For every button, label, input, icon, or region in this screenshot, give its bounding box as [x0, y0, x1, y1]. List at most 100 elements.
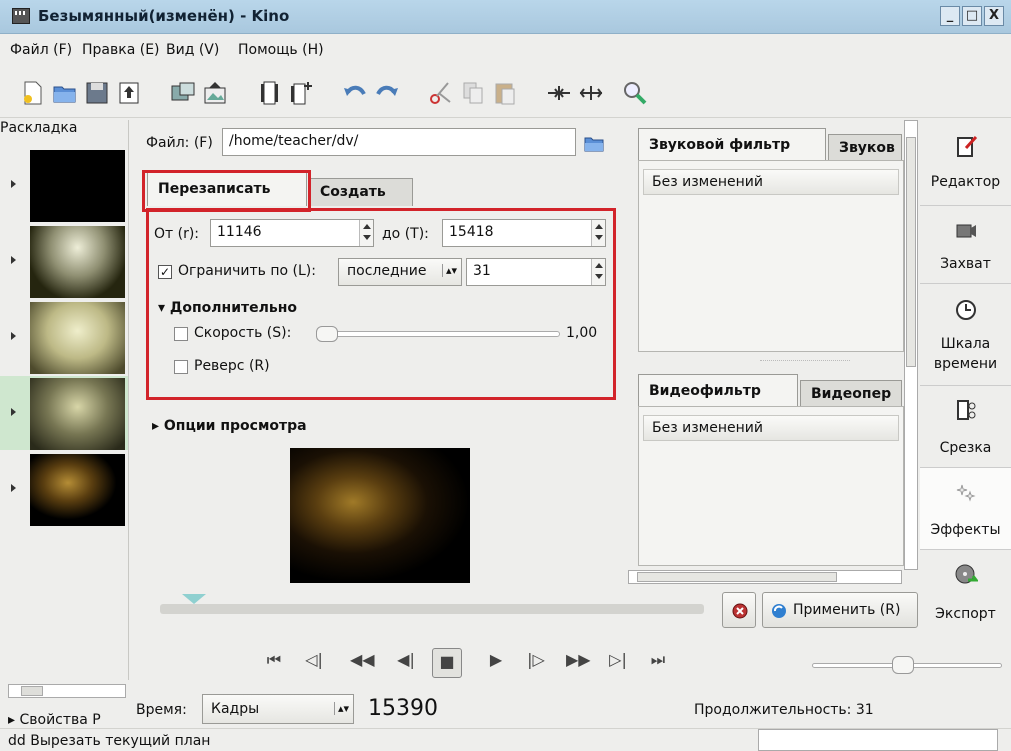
list-item[interactable]	[0, 148, 128, 222]
export-icon[interactable]	[116, 80, 142, 106]
minimize-button[interactable]: _	[940, 6, 960, 26]
film-insert-icon[interactable]	[256, 80, 282, 106]
from-label: От (r):	[154, 226, 200, 242]
browse-folder-icon[interactable]	[584, 134, 604, 152]
menu-view[interactable]: Вид (V)	[166, 42, 219, 58]
limit-checkbox[interactable]: ✓	[158, 265, 172, 279]
expand-arrow-icon[interactable]	[11, 180, 16, 188]
last-scene-button[interactable]: ⏭	[646, 650, 670, 676]
reverse-checkbox[interactable]	[174, 360, 188, 374]
right-vertical-scrollbar[interactable]	[904, 120, 918, 570]
preview-options-label: Опции просмотра	[163, 418, 307, 434]
from-value: 11146	[217, 224, 262, 240]
scrubber-marker-icon[interactable]	[182, 594, 206, 604]
shuttle-slider-handle[interactable]	[892, 656, 914, 674]
paste-icon[interactable]	[492, 80, 518, 106]
storyboard-list[interactable]	[0, 146, 128, 682]
new-document-icon[interactable]	[20, 80, 46, 106]
tab-video-transition[interactable]: Видеопер	[800, 380, 902, 408]
split-icon[interactable]	[578, 80, 604, 106]
sidebar-item-editor[interactable]: Редактор	[920, 120, 1011, 206]
audio-filter-select[interactable]: Без изменений	[643, 169, 899, 195]
apply-button[interactable]: Применить (R)	[762, 592, 918, 628]
scrollbar-thumb[interactable]	[906, 137, 916, 367]
spin-arrows-icon[interactable]	[359, 220, 373, 246]
open-folder-icon[interactable]	[52, 80, 78, 106]
first-scene-button[interactable]: ⏮	[262, 650, 286, 676]
timeline-scrubber[interactable]	[160, 604, 704, 614]
reset-button[interactable]	[722, 592, 756, 628]
sidebar-item-export[interactable]: Экспорт	[920, 550, 1011, 640]
speed-checkbox[interactable]	[174, 327, 188, 341]
capture-icon[interactable]	[170, 80, 196, 106]
zoom-icon[interactable]	[622, 80, 648, 106]
speed-slider-track[interactable]	[316, 331, 560, 337]
to-label: до (T):	[382, 226, 429, 242]
properties-expander[interactable]: ▸ Свойства P	[8, 712, 101, 728]
pane-handle[interactable]	[760, 360, 850, 362]
right-horizontal-scrollbar[interactable]	[628, 570, 902, 584]
sidebar-item-trim[interactable]: Срезка	[920, 386, 1011, 468]
limit-label: Ограничить по (L):	[178, 263, 316, 279]
previous-frame-button[interactable]: ◀|	[394, 650, 418, 676]
scrollbar-thumb[interactable]	[637, 572, 837, 582]
redo-icon[interactable]	[374, 80, 400, 106]
sidebar-item-effects[interactable]: Эффекты	[920, 468, 1011, 550]
undo-icon[interactable]	[342, 80, 368, 106]
tab-audio-filter[interactable]: Звуковой фильтр	[638, 128, 826, 162]
sidebar-item-timeline[interactable]: Шкала времени	[920, 284, 1011, 386]
expander-right-icon: ▸	[152, 418, 164, 434]
next-scene-button[interactable]: ▷|	[606, 650, 630, 676]
expand-arrow-icon[interactable]	[11, 332, 16, 340]
limit-mode-value: последние	[347, 263, 427, 279]
to-spinbox[interactable]: 15418	[442, 219, 606, 247]
scrollbar-thumb[interactable]	[21, 686, 43, 696]
list-item-selected[interactable]	[0, 376, 128, 450]
join-icon[interactable]	[546, 80, 572, 106]
save-icon[interactable]	[84, 80, 110, 106]
expand-arrow-icon[interactable]	[11, 484, 16, 492]
preview-options-expander[interactable]: ▸ Опции просмотра	[152, 418, 307, 434]
copy-icon[interactable]	[460, 80, 486, 106]
spin-arrows-icon[interactable]	[591, 259, 605, 285]
film-append-icon[interactable]	[288, 80, 314, 106]
still-image-icon[interactable]	[202, 80, 228, 106]
cut-icon[interactable]	[428, 80, 454, 106]
maximize-button[interactable]: □	[962, 6, 982, 26]
limit-mode-select[interactable]: последние ▴▾	[338, 258, 462, 286]
tab-video-filter[interactable]: Видеофильтр	[638, 374, 798, 408]
video-filter-select[interactable]: Без изменений	[643, 415, 899, 441]
speed-slider-handle[interactable]	[316, 326, 338, 342]
from-spinbox[interactable]: 11146	[210, 219, 374, 247]
file-label: Файл: (F)	[146, 135, 213, 151]
expand-arrow-icon[interactable]	[11, 408, 16, 416]
expand-arrow-icon[interactable]	[11, 256, 16, 264]
list-item[interactable]	[0, 300, 128, 374]
limit-value-spinbox[interactable]: 31	[466, 258, 606, 286]
close-button[interactable]: X	[984, 6, 1004, 26]
video-preview	[290, 448, 470, 583]
tab-create[interactable]: Создать	[309, 178, 413, 206]
previous-scene-button[interactable]: ◁|	[302, 650, 326, 676]
list-item[interactable]	[0, 224, 128, 298]
menu-help[interactable]: Помощь (H)	[238, 42, 324, 58]
file-path-input[interactable]: /home/teacher/dv/	[222, 128, 576, 156]
rewind-button[interactable]: ◀◀	[350, 650, 375, 676]
advanced-expander[interactable]: ▾ Дополнительно	[158, 300, 297, 316]
play-button[interactable]: ▶	[484, 650, 508, 676]
fast-forward-button[interactable]: ▶▶	[566, 650, 591, 676]
menu-edit[interactable]: Правка (E)	[82, 42, 160, 58]
time-label: Время:	[136, 702, 187, 718]
menu-file[interactable]: Файл (F)	[10, 42, 72, 58]
pane-divider[interactable]	[128, 120, 134, 680]
next-frame-button[interactable]: |▷	[524, 650, 548, 676]
time-format-select[interactable]: Кадры ▴▾	[202, 694, 354, 724]
spin-arrows-icon[interactable]	[591, 220, 605, 246]
stop-circle-icon	[732, 603, 748, 619]
horizontal-scrollbar[interactable]	[8, 684, 126, 698]
sidebar-item-label: Экспорт	[935, 606, 996, 622]
tab-audio-transition[interactable]: Звуков	[828, 134, 902, 162]
list-item[interactable]	[0, 452, 128, 526]
sidebar-item-capture[interactable]: Захват	[920, 206, 1011, 284]
stop-button[interactable]: ■	[432, 648, 462, 678]
